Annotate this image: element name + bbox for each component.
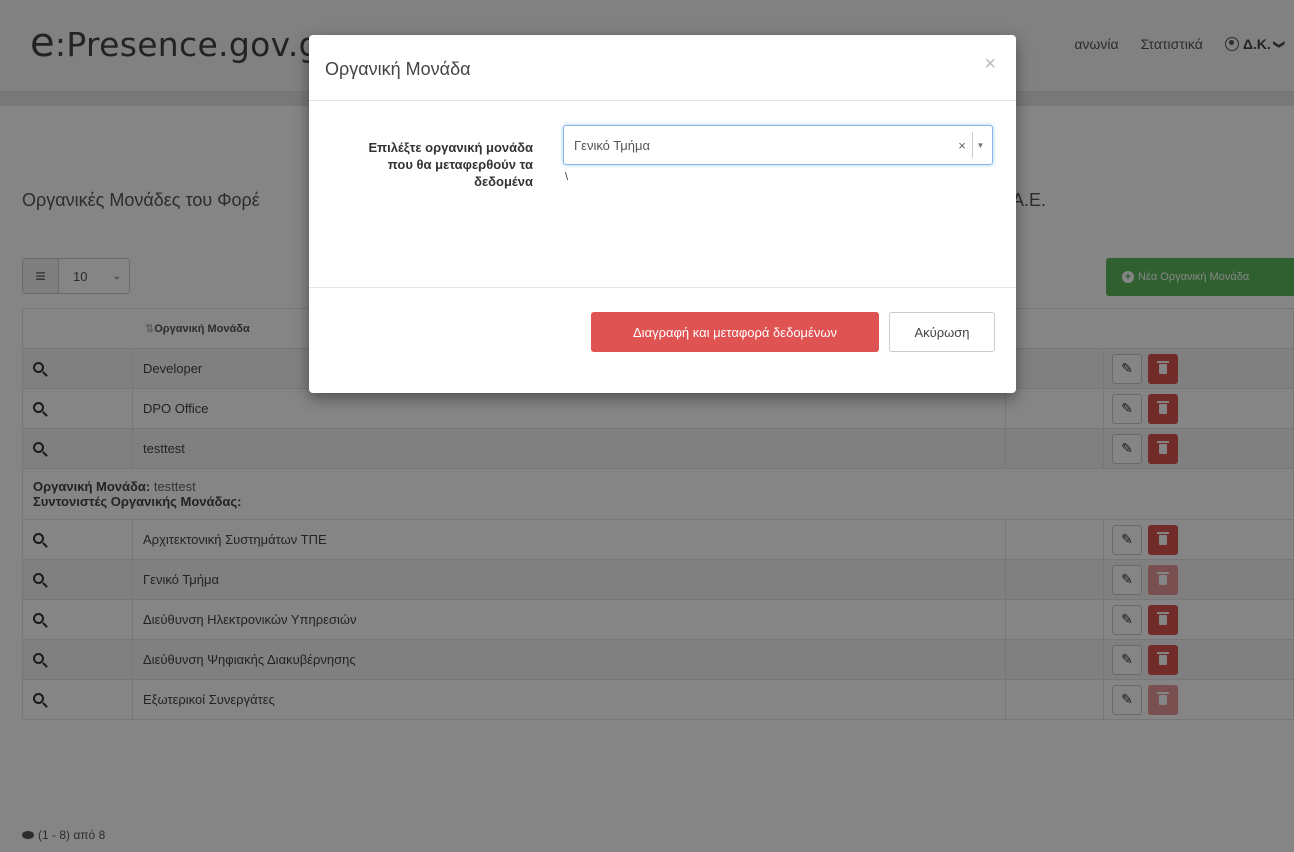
target-unit-value: Γενικό Τμήμα (574, 137, 651, 153)
modal-footer: Διαγραφή και μεταφορά δεδομένων Ακύρωση (309, 287, 1016, 393)
dropdown-arrow-icon[interactable]: ▼ (972, 132, 988, 158)
stray-character: \ (565, 171, 569, 183)
target-unit-label: Επιλέξτε οργανική μονάδα που θα μεταφερθ… (368, 140, 533, 189)
transfer-modal: Οργανική Μονάδα × Επιλέξτε οργανική μονά… (309, 35, 1016, 393)
modal-header: Οργανική Μονάδα × (309, 35, 1016, 101)
clear-selection-icon[interactable]: × (952, 138, 972, 153)
close-icon[interactable]: × (984, 53, 996, 76)
modal-title: Οργανική Μονάδα (325, 59, 471, 79)
delete-and-transfer-button[interactable]: Διαγραφή και μεταφορά δεδομένων (591, 312, 879, 352)
modal-body: Επιλέξτε οργανική μονάδα που θα μεταφερθ… (309, 101, 1016, 287)
target-unit-select[interactable]: Γενικό Τμήμα × ▼ (563, 125, 993, 165)
cancel-button[interactable]: Ακύρωση (889, 312, 995, 352)
